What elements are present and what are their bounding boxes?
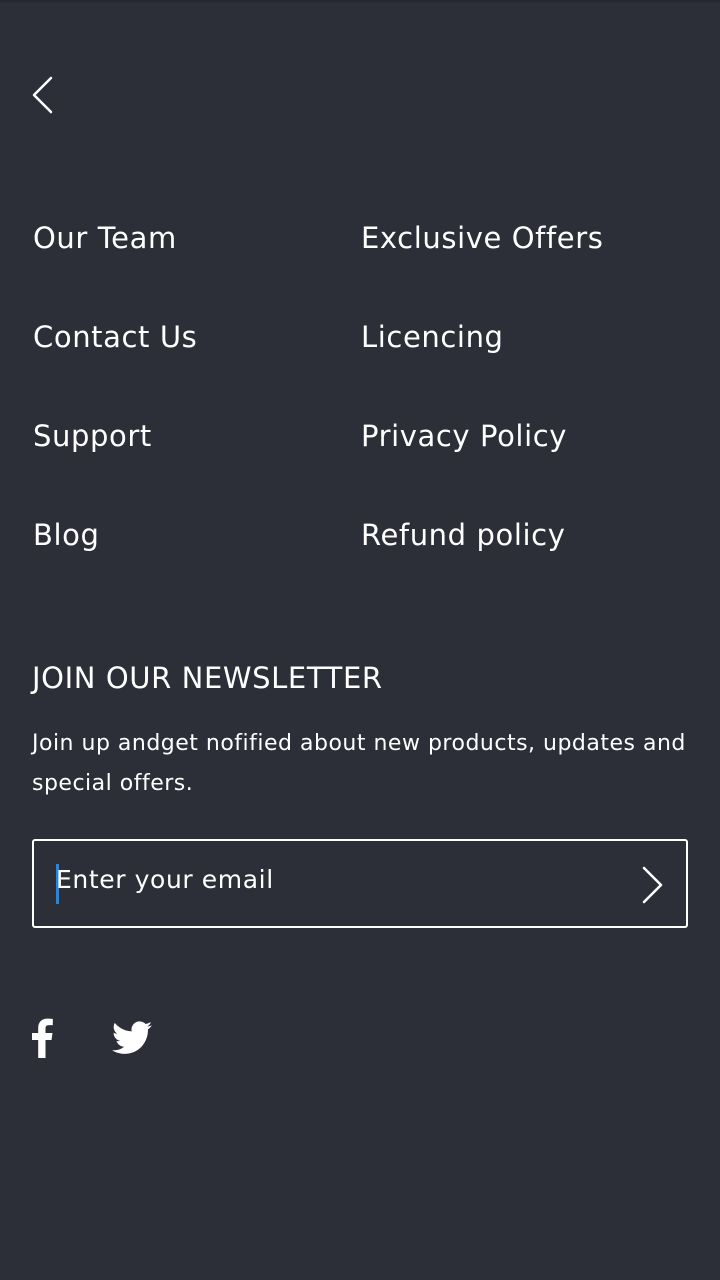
link-licencing[interactable]: Licencing — [361, 317, 689, 357]
link-refund-policy[interactable]: Refund policy — [361, 515, 689, 555]
back-button[interactable] — [24, 70, 64, 120]
twitter-icon — [112, 1021, 152, 1054]
email-input[interactable] — [56, 859, 616, 899]
twitter-button[interactable] — [112, 1021, 152, 1055]
chevron-left-icon — [32, 76, 53, 114]
link-privacy-policy[interactable]: Privacy Policy — [361, 416, 689, 456]
link-our-team[interactable]: Our Team — [33, 218, 361, 258]
chevron-right-icon — [642, 866, 663, 904]
footer-links: Our Team Exclusive Offers Contact Us Lic… — [33, 218, 693, 555]
facebook-button[interactable] — [30, 1018, 54, 1058]
email-form — [32, 839, 688, 928]
social-links — [30, 1018, 152, 1058]
top-edge-shadow — [0, 0, 720, 4]
link-blog[interactable]: Blog — [33, 515, 361, 555]
submit-button[interactable] — [634, 863, 670, 907]
newsletter-description: Join up andget nofified about new produc… — [32, 731, 686, 796]
newsletter-title: JOIN OUR NEWSLETTER — [32, 661, 383, 695]
facebook-icon — [32, 1018, 53, 1058]
link-exclusive-offers[interactable]: Exclusive Offers — [361, 218, 689, 258]
link-contact-us[interactable]: Contact Us — [33, 317, 361, 357]
link-support[interactable]: Support — [33, 416, 361, 456]
